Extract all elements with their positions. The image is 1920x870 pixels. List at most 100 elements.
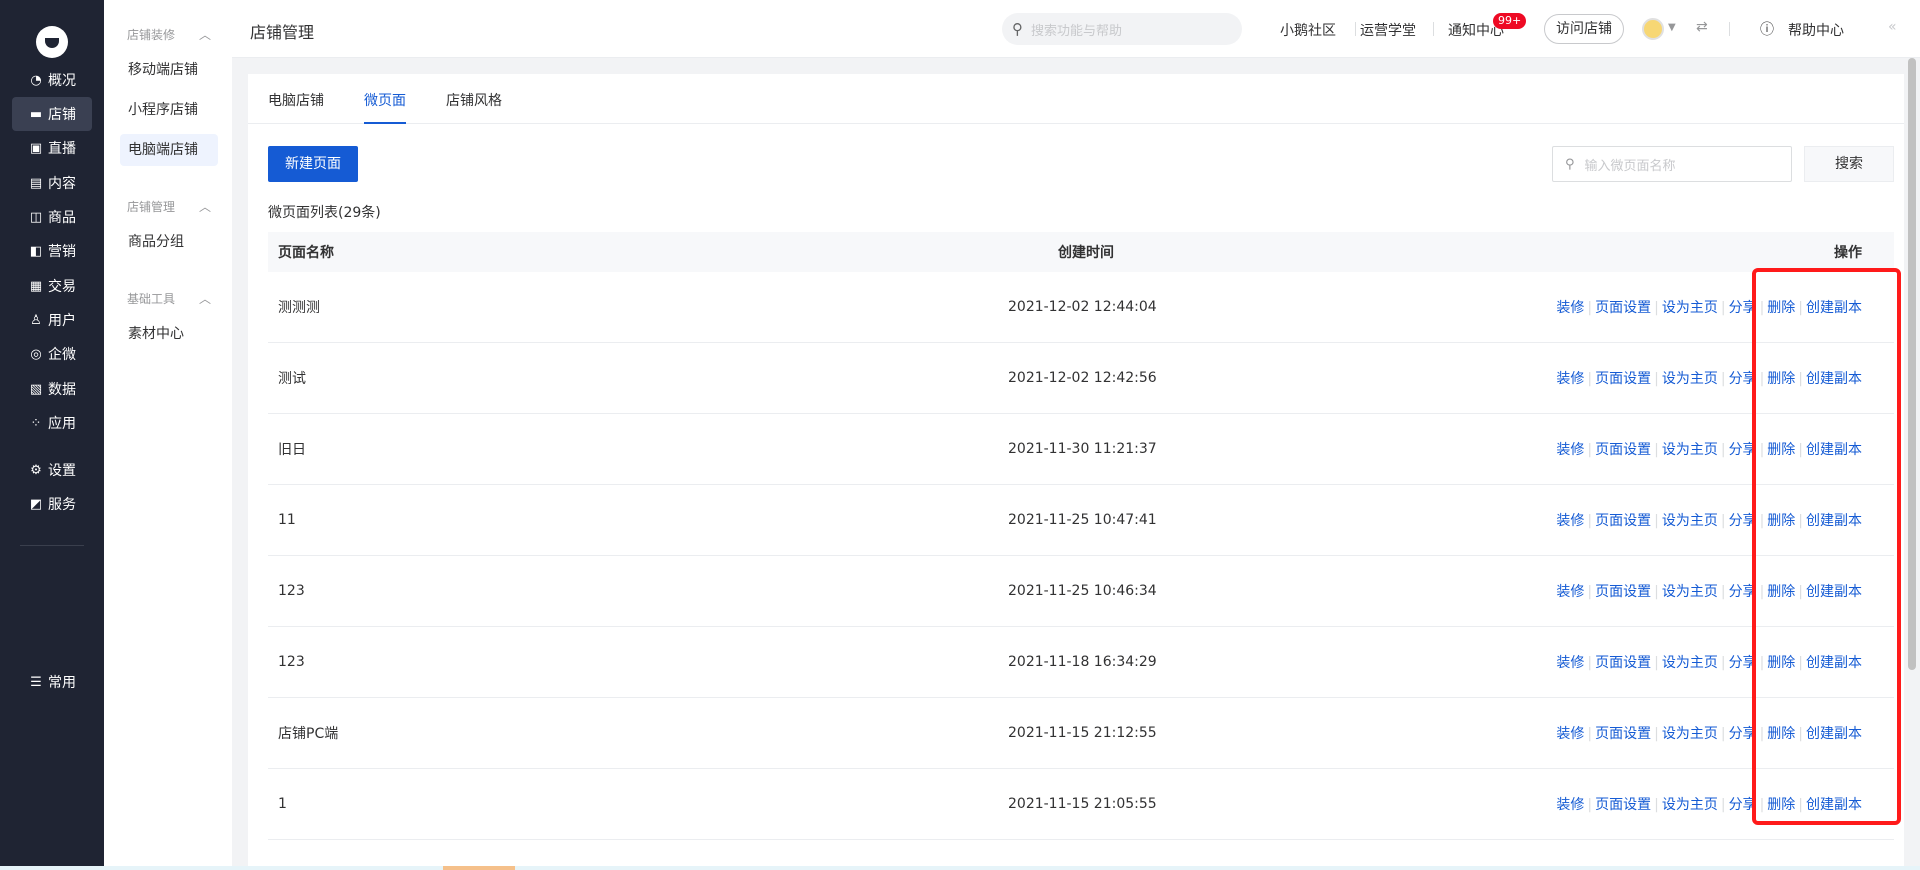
nav-item[interactable]: ◔ 概况 bbox=[12, 63, 92, 97]
action-link[interactable]: 设为主页 bbox=[1662, 371, 1718, 387]
page-search-input[interactable]: ⚲ 输入微页面名称 bbox=[1552, 146, 1792, 182]
nav-item[interactable]: ▣ 直播 bbox=[12, 131, 92, 165]
action-link[interactable]: 页面设置 bbox=[1595, 797, 1651, 813]
action-separator: | bbox=[1720, 513, 1726, 529]
action-link[interactable]: 设为主页 bbox=[1662, 797, 1718, 813]
subnav-group-title: 店铺管理 bbox=[127, 200, 176, 214]
nav-item-label: 营销 bbox=[48, 244, 76, 260]
action-separator: | bbox=[1654, 371, 1659, 387]
action-separator: | bbox=[1654, 797, 1659, 813]
action-link[interactable]: 页面设置 bbox=[1595, 513, 1651, 529]
action-separator: | bbox=[1587, 726, 1593, 742]
page-name-cell: 测试 bbox=[278, 371, 306, 387]
subnav-item-mobile-store[interactable]: 移动端店铺 bbox=[120, 54, 218, 86]
avatar[interactable] bbox=[1642, 18, 1664, 40]
community-link[interactable]: 小鹅社区 bbox=[1280, 20, 1336, 40]
subnav-group-tools[interactable]: 基础工具 ︿ bbox=[127, 290, 211, 307]
action-link[interactable]: 设为主页 bbox=[1662, 584, 1718, 600]
action-separator: | bbox=[1654, 300, 1659, 316]
nav-item[interactable]: ⚙ 设置 bbox=[12, 453, 92, 487]
action-link[interactable]: 页面设置 bbox=[1595, 442, 1651, 458]
action-link[interactable]: 页面设置 bbox=[1595, 584, 1651, 600]
nav-item[interactable]: ▦ 交易 bbox=[12, 269, 92, 303]
chevron-up-icon: ︿ bbox=[198, 28, 211, 42]
header-divider bbox=[1433, 22, 1434, 36]
nav-item[interactable]: ▬ 店铺 bbox=[12, 97, 92, 131]
action-separator: | bbox=[1587, 584, 1593, 600]
scrollbar[interactable] bbox=[1908, 58, 1916, 670]
nav-item-label: 直播 bbox=[48, 141, 76, 157]
visit-store-button[interactable]: 访问店铺 bbox=[1544, 14, 1624, 44]
table-row: 1 2021-11-15 21:05:55 装修 | 页面设置 | 设为主页 | 分享 | 删除 | 创… bbox=[268, 769, 1894, 840]
action-separator: | bbox=[1654, 726, 1659, 742]
action-link[interactable]: 装修 bbox=[1556, 584, 1584, 600]
action-link[interactable]: 装修 bbox=[1556, 371, 1584, 387]
highlight-box bbox=[1752, 268, 1901, 825]
action-link[interactable]: 设为主页 bbox=[1662, 726, 1718, 742]
action-link[interactable]: 设为主页 bbox=[1662, 655, 1718, 671]
nav-item[interactable]: ♙ 用户 bbox=[12, 303, 92, 337]
page-name-cell: 123 bbox=[278, 654, 305, 670]
table-row: 123 2021-11-18 16:34:29 装修 | 页面设置 | 设为主页 | 分享 | 删除… bbox=[268, 627, 1894, 698]
search-button[interactable]: 搜索 bbox=[1804, 146, 1894, 182]
action-link[interactable]: 装修 bbox=[1556, 300, 1584, 316]
nav-item-label: 用户 bbox=[48, 313, 76, 329]
action-link[interactable]: 装修 bbox=[1556, 442, 1584, 458]
action-link[interactable]: 页面设置 bbox=[1595, 371, 1651, 387]
collapse-icon[interactable]: « bbox=[1888, 19, 1897, 35]
action-link[interactable]: 装修 bbox=[1556, 655, 1584, 671]
document-icon: ▤ bbox=[29, 175, 43, 191]
subnav-group-title: 店铺装修 bbox=[127, 28, 176, 42]
action-link[interactable]: 设为主页 bbox=[1662, 442, 1718, 458]
subnav-item-pc-store[interactable]: 电脑端店铺 bbox=[120, 134, 218, 166]
gear-icon: ⚙ bbox=[30, 462, 42, 478]
action-link[interactable]: 页面设置 bbox=[1595, 655, 1651, 671]
wechat-work-icon: ◎ bbox=[30, 346, 42, 362]
action-separator: | bbox=[1720, 371, 1726, 387]
nav-item[interactable]: ▤ 内容 bbox=[12, 166, 92, 200]
switch-icon[interactable]: ⇄ bbox=[1696, 19, 1708, 35]
new-page-button[interactable]: 新建页面 bbox=[268, 146, 358, 182]
tab-store-style[interactable]: 店铺风格 bbox=[446, 90, 502, 122]
table-row: 测试 2021-12-02 12:42:56 装修 | 页面设置 | 设为主页 | 分享 | 删除 |… bbox=[268, 343, 1894, 414]
action-separator: | bbox=[1720, 797, 1726, 813]
action-link[interactable]: 设为主页 bbox=[1662, 300, 1718, 316]
logo-icon[interactable] bbox=[36, 26, 68, 58]
tab-pc-store[interactable]: 电脑店铺 bbox=[268, 90, 324, 122]
caret-down-icon[interactable]: ▼ bbox=[1668, 22, 1676, 33]
global-search-input[interactable]: ⚲ 搜索功能与帮助 bbox=[1002, 13, 1242, 45]
nav-item[interactable]: ☰ 常用 bbox=[12, 665, 92, 699]
created-time-cell: 2021-11-30 11:21:37 bbox=[1008, 441, 1157, 457]
action-link[interactable]: 装修 bbox=[1556, 513, 1584, 529]
subnav-item-material-center[interactable]: 素材中心 bbox=[120, 318, 218, 350]
subnav-group-decoration[interactable]: 店铺装修 ︿ bbox=[127, 26, 211, 43]
nav-item[interactable]: ◫ 商品 bbox=[12, 200, 92, 234]
nav-item[interactable]: ◩ 服务 bbox=[12, 487, 92, 521]
nav-item-label: 设置 bbox=[48, 463, 76, 479]
tab-micro-page[interactable]: 微页面 bbox=[364, 90, 406, 124]
nav-item[interactable]: ⁘ 应用 bbox=[12, 406, 92, 440]
page-name-cell: 店铺PC端 bbox=[278, 726, 339, 742]
action-link[interactable]: 页面设置 bbox=[1595, 300, 1651, 316]
action-link[interactable]: 装修 bbox=[1556, 726, 1584, 742]
action-link[interactable]: 装修 bbox=[1556, 797, 1584, 813]
search-placeholder: 输入微页面名称 bbox=[1584, 158, 1676, 174]
subnav-item-goods-group[interactable]: 商品分组 bbox=[120, 226, 218, 258]
nav-item-label: 服务 bbox=[48, 497, 76, 513]
nav-item[interactable]: ◧ 营销 bbox=[12, 234, 92, 268]
action-link[interactable]: 页面设置 bbox=[1595, 726, 1651, 742]
help-center-link[interactable]: 帮助中心 bbox=[1788, 20, 1844, 40]
table-row: 123 2021-11-25 10:46:34 装修 | 页面设置 | 设为主页 | 分享 | 删除… bbox=[268, 556, 1894, 627]
list-icon: ☰ bbox=[30, 674, 42, 690]
help-icon[interactable]: ⓘ bbox=[1760, 19, 1774, 39]
nav-item[interactable]: ◎ 企微 bbox=[12, 337, 92, 371]
subnav-item-miniprogram-store[interactable]: 小程序店铺 bbox=[120, 94, 218, 126]
trade-icon: ▦ bbox=[29, 278, 43, 294]
nav-item[interactable]: ▧ 数据 bbox=[12, 372, 92, 406]
academy-link[interactable]: 运营学堂 bbox=[1360, 20, 1416, 40]
service-icon: ◩ bbox=[29, 496, 43, 512]
action-link[interactable]: 设为主页 bbox=[1662, 513, 1718, 529]
action-separator: | bbox=[1654, 655, 1659, 671]
subnav-group-management[interactable]: 店铺管理 ︿ bbox=[127, 198, 211, 215]
nav-item-label: 企微 bbox=[48, 347, 76, 363]
